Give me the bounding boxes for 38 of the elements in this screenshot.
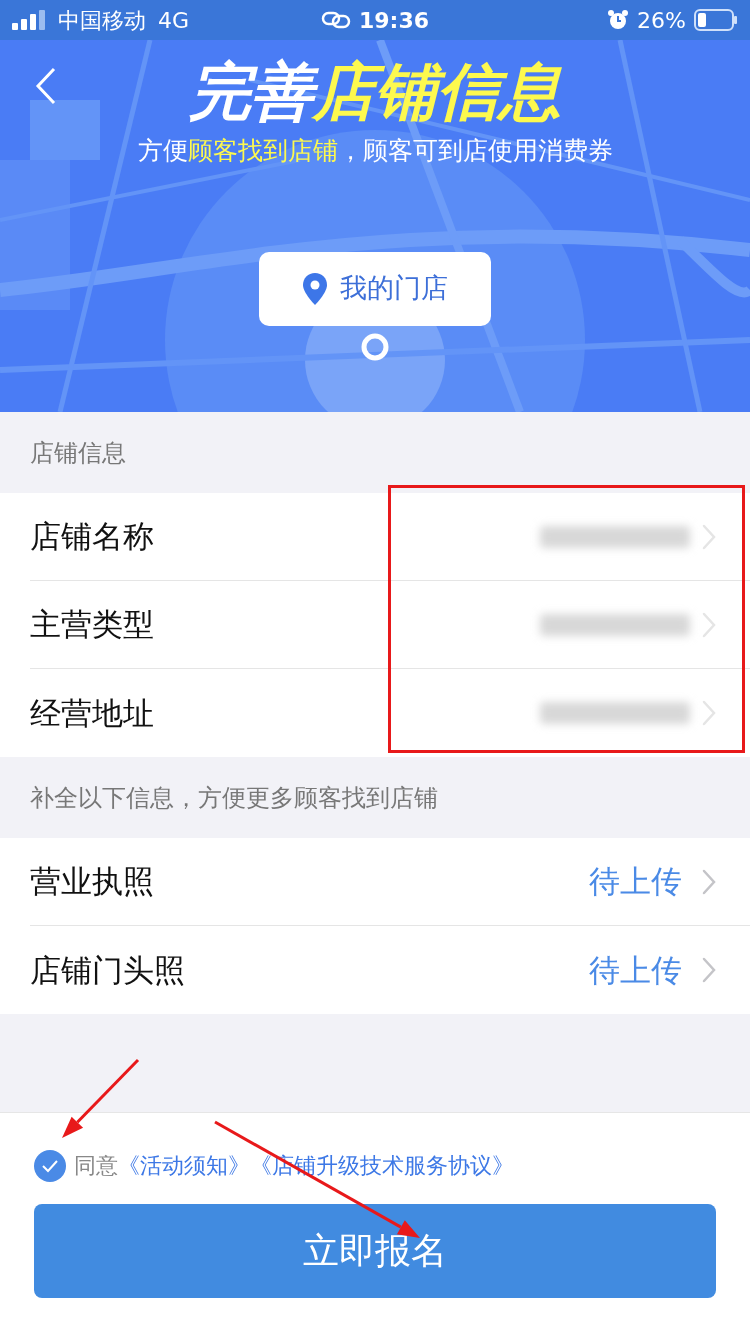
- chevron-icon: [702, 868, 716, 895]
- form-row[interactable]: 营业执照 待上传: [30, 838, 750, 926]
- location-pin-icon: [302, 272, 328, 305]
- page-title: 完善店铺信息: [189, 54, 561, 130]
- store-pin-label: 我的门店: [259, 251, 491, 326]
- network-type: 4G: [158, 6, 190, 35]
- alarm-icon: [607, 9, 630, 31]
- upload-status: 待上传: [589, 862, 682, 902]
- chevron-icon: [702, 957, 716, 983]
- battery-icon: [694, 9, 738, 31]
- agreement-link[interactable]: 《活动须知》: [118, 1149, 250, 1182]
- chevron-icon: [702, 523, 716, 550]
- clock-time: 19:36: [359, 6, 429, 35]
- form-row[interactable]: 经营地址: [30, 669, 750, 757]
- row-label: 主营类型: [30, 605, 154, 645]
- back-icon: [35, 67, 57, 105]
- row-label: 店铺门头照: [30, 950, 185, 990]
- link-icon: [321, 11, 351, 29]
- submit-button[interactable]: 立即报名: [34, 1204, 716, 1298]
- agree-text: 同意: [74, 1152, 118, 1180]
- section-heading: 补全以下信息，方便更多顾客找到店铺: [30, 782, 438, 814]
- upload-status: 待上传: [589, 950, 682, 990]
- row-label: 营业执照: [30, 862, 154, 902]
- agree-checkbox[interactable]: [34, 1149, 66, 1182]
- form-row[interactable]: 主营类型: [30, 581, 750, 669]
- carrier-name: 中国移动: [58, 6, 146, 35]
- chevron-icon: [702, 611, 716, 638]
- form-row[interactable]: 店铺门头照 待上传: [30, 926, 750, 1014]
- map-marker-icon: [360, 331, 390, 362]
- form-row[interactable]: 店铺名称: [30, 493, 750, 581]
- row-label: 店铺名称: [30, 517, 154, 557]
- checkmark-icon: [41, 1158, 59, 1173]
- battery-percent: 26%: [637, 6, 686, 35]
- subtitle: 方便顾客找到店铺，顾客可到店使用消费券: [137, 135, 613, 167]
- section-heading: 店铺信息: [30, 437, 126, 469]
- row-label: 经营地址: [30, 693, 154, 733]
- signal-icon: [12, 10, 46, 30]
- chevron-icon: [702, 700, 716, 726]
